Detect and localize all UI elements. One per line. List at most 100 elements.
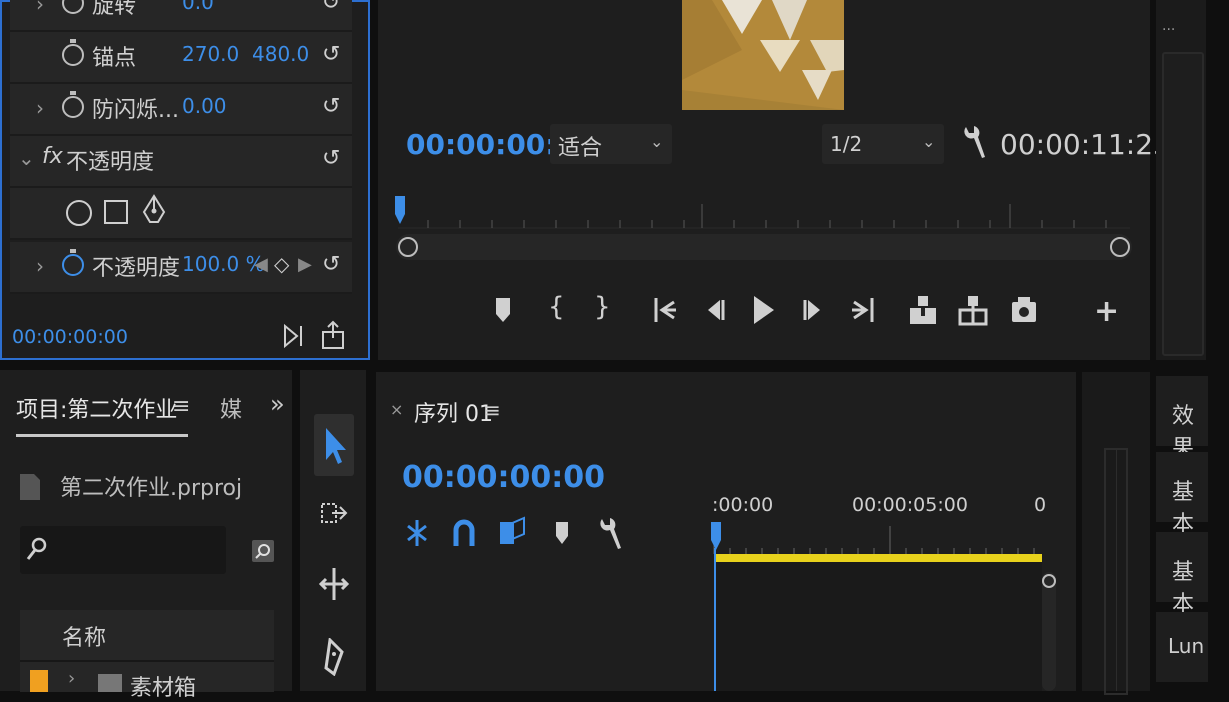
add-keyframe-icon[interactable]: ◇ — [274, 252, 289, 276]
reset-icon[interactable]: ↺ — [322, 42, 344, 68]
overflow-tabs-icon[interactable]: » — [270, 390, 285, 418]
program-duration: 00:00:11:25 — [1000, 128, 1171, 161]
linked-selection-icon[interactable] — [498, 516, 526, 550]
timeline-settings-wrench-icon[interactable] — [596, 516, 622, 552]
reset-icon[interactable]: ↺ — [322, 252, 344, 278]
settings-wrench-icon[interactable] — [960, 124, 986, 162]
zoom-select[interactable]: 适合 ⌄ — [550, 124, 672, 164]
ripple-edit-tool-icon[interactable] — [318, 566, 350, 602]
work-area-bar[interactable] — [714, 554, 1042, 562]
add-marker-icon[interactable] — [554, 520, 570, 546]
mark-in-icon[interactable]: { — [548, 292, 565, 322]
expand-caret-icon[interactable]: › — [68, 668, 75, 689]
timeline-ruler[interactable] — [712, 522, 1042, 556]
right-mini-content — [1162, 52, 1204, 356]
reset-icon[interactable]: ↺ — [322, 0, 344, 16]
reset-icon[interactable]: ↺ — [322, 146, 344, 172]
play-audio-icon[interactable] — [282, 322, 306, 350]
right-mini-panel: ... — [1156, 0, 1206, 360]
scroll-handle-top[interactable] — [1042, 574, 1056, 588]
export-frame-camera-icon[interactable] — [1010, 294, 1038, 324]
effects-timecode[interactable]: 00:00:00:00 — [12, 326, 128, 348]
step-back-icon[interactable] — [702, 296, 726, 324]
new-search-bin-icon[interactable] — [250, 536, 276, 564]
opacity-value[interactable]: 100.0 % — [182, 252, 265, 276]
selection-arrow-icon — [322, 426, 346, 466]
search-input[interactable] — [20, 526, 226, 574]
vertical-scrollbar[interactable] — [1042, 572, 1056, 691]
add-marker-icon[interactable] — [494, 296, 512, 324]
mask-tools-row — [10, 188, 352, 240]
panel-menu-icon[interactable]: ≡ — [484, 398, 501, 422]
effect-label: 防闪烁... — [92, 98, 179, 123]
bin-row[interactable]: › 素材箱 — [20, 662, 274, 701]
zoom-scrollbar[interactable] — [396, 234, 1132, 260]
close-tab-icon[interactable]: × — [390, 400, 403, 419]
ruler-label-start: :00:00 — [712, 494, 774, 516]
tab-effects[interactable]: 效果 — [1156, 376, 1208, 461]
nest-sequence-icon[interactable] — [404, 518, 430, 548]
timeline-panel: × 序列 01 ≡ 00:00:00:00 :00:00 00:00:05:00… — [376, 372, 1076, 691]
tab-sequence[interactable]: 序列 01 — [414, 396, 493, 428]
chevron-down-icon: ⌄ — [650, 132, 664, 151]
next-keyframe-icon[interactable]: ▶ — [298, 254, 312, 275]
resolution-select[interactable]: 1/2 ⌄ — [822, 124, 944, 164]
extract-icon[interactable] — [958, 294, 988, 326]
scroll-handle-left[interactable] — [398, 237, 418, 257]
add-button-icon[interactable]: + — [1094, 294, 1119, 329]
step-forward-icon[interactable] — [802, 296, 826, 324]
expand-caret-icon[interactable]: › — [36, 96, 44, 120]
go-to-out-icon[interactable] — [850, 294, 876, 326]
audio-meter-panel — [1082, 372, 1150, 695]
column-name-header[interactable]: 名称 — [62, 620, 106, 652]
zoom-select-value: 适合 — [558, 136, 603, 161]
stopwatch-icon[interactable] — [62, 249, 84, 276]
stopwatch-icon[interactable] — [62, 91, 84, 118]
effect-row-opacity-header: ⌄ fx 不透明度 ↺ — [10, 136, 352, 188]
lift-icon[interactable] — [908, 294, 938, 326]
expand-caret-icon[interactable]: › — [36, 254, 44, 278]
tab-essential-2[interactable]: 基本 — [1156, 532, 1208, 617]
effect-row-rotation: › 旋转 0.0 ↺ — [10, 0, 352, 32]
effect-value[interactable]: 0.0 — [182, 0, 214, 14]
timeline-playhead-icon[interactable] — [710, 522, 722, 554]
reset-icon[interactable]: ↺ — [322, 94, 344, 120]
razor-tool-icon[interactable] — [320, 638, 348, 676]
panel-menu-icon[interactable]: ≡ — [172, 394, 190, 419]
tab-project[interactable]: 项目:第二次作业 — [16, 392, 177, 424]
mark-out-icon[interactable]: } — [594, 292, 611, 322]
ruler-label-end: 0 — [1034, 494, 1047, 516]
tab-lumetri[interactable]: Lun — [1156, 612, 1208, 684]
panel-more[interactable]: ... — [1162, 18, 1175, 34]
track-area[interactable] — [716, 562, 1042, 691]
effects-scroll-area — [10, 294, 352, 308]
fx-icon[interactable]: fx — [42, 144, 63, 169]
play-icon[interactable] — [750, 294, 776, 326]
program-time-ruler[interactable] — [398, 196, 1130, 236]
effect-value[interactable]: 0.00 — [182, 94, 227, 118]
snap-magnet-icon[interactable] — [452, 518, 476, 548]
go-to-in-icon[interactable] — [652, 294, 678, 326]
tab-media[interactable]: 媒 — [220, 392, 242, 424]
expand-caret-icon[interactable]: › — [36, 0, 44, 16]
bin-name: 素材箱 — [130, 676, 197, 701]
anchor-y-value[interactable]: 480.0 — [252, 42, 309, 66]
stopwatch-icon[interactable] — [62, 0, 84, 14]
track-select-tool-icon[interactable] — [320, 498, 350, 532]
stopwatch-icon[interactable] — [62, 39, 84, 66]
tab-essential-1[interactable]: 基本 — [1156, 452, 1208, 537]
video-preview — [682, 0, 844, 110]
chevron-down-icon: ⌄ — [922, 132, 936, 151]
project-file-name: 第二次作业.prproj — [60, 476, 243, 501]
collapse-caret-icon[interactable]: ⌄ — [18, 146, 35, 170]
playhead-icon[interactable] — [394, 196, 406, 226]
rectangle-mask-icon[interactable] — [104, 200, 128, 224]
ellipse-mask-icon[interactable] — [66, 200, 92, 226]
pen-mask-icon[interactable] — [140, 194, 168, 228]
selection-tool[interactable] — [314, 414, 354, 476]
prev-keyframe-icon[interactable]: ◀ — [254, 254, 268, 275]
anchor-x-value[interactable]: 270.0 — [182, 42, 239, 66]
timeline-timecode[interactable]: 00:00:00:00 — [402, 460, 605, 495]
scroll-handle-right[interactable] — [1110, 237, 1130, 257]
export-icon[interactable] — [320, 320, 346, 350]
